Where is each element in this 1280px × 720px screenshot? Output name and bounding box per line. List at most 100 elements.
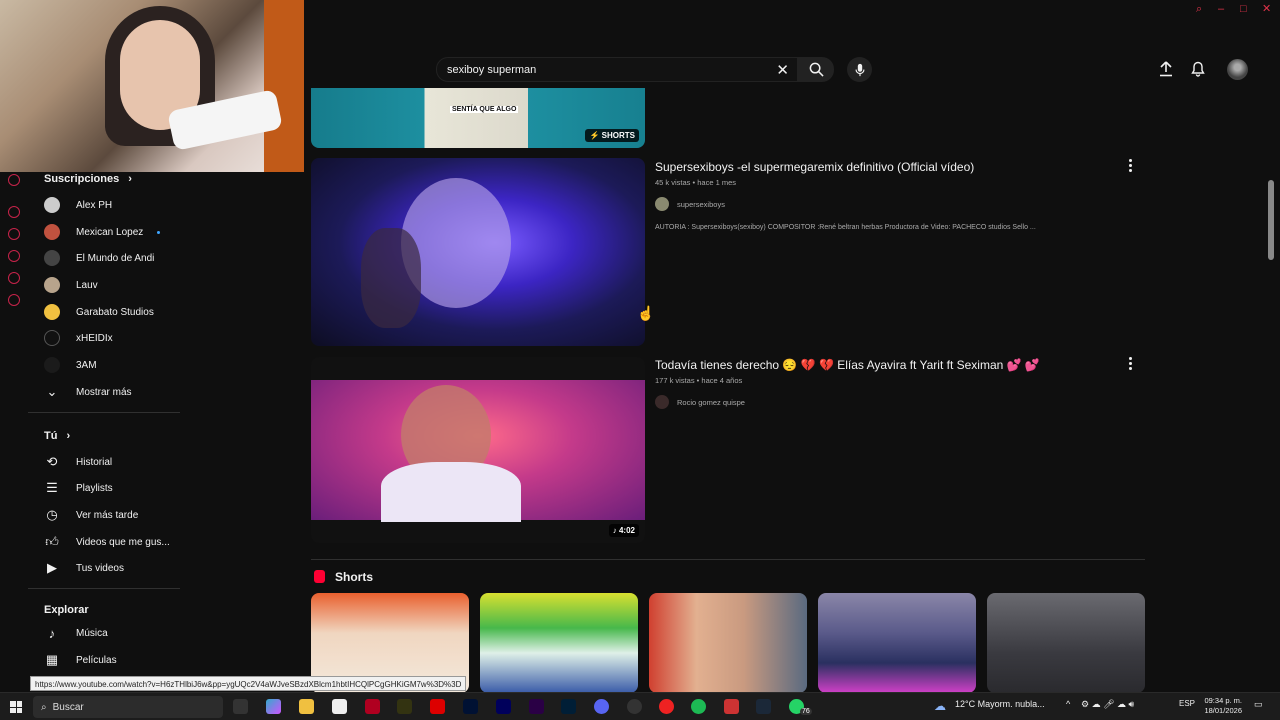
video-thumbnail[interactable]: [311, 158, 645, 346]
sidebar-item-alex-ph[interactable]: Alex PH: [44, 195, 112, 215]
sidebar-item-movies[interactable]: ▦ Películas: [44, 650, 117, 670]
obs-icon[interactable]: [627, 699, 642, 714]
divider: [28, 412, 180, 413]
sidebar-item-garabato-studios[interactable]: Garabato Studios: [44, 302, 154, 322]
minimize-button[interactable]: –: [1218, 4, 1228, 15]
avatar: [655, 395, 669, 409]
shorts-icon: [314, 570, 325, 583]
avatar: [44, 197, 60, 213]
weather-icon: ☁: [934, 699, 946, 713]
video-title[interactable]: Supersexiboys -el supermegaremix definit…: [655, 160, 974, 174]
file-explorer-icon[interactable]: [299, 699, 314, 714]
sidebar-item-playlists[interactable]: ☰ Playlists: [44, 478, 113, 498]
clock-icon: ◷: [46, 507, 58, 522]
more-actions-icon[interactable]: [1129, 357, 1133, 370]
shorts-badge: ⚡ SHORTS: [585, 129, 639, 142]
channel-link[interactable]: supersexiboys: [655, 197, 725, 211]
search-icon: ⌕: [41, 701, 47, 713]
clear-search-icon[interactable]: ✕: [776, 61, 789, 79]
show-more-button[interactable]: ⌄ Mostrar más: [44, 382, 132, 402]
windows-start-icon[interactable]: [10, 701, 22, 713]
sidebar-item-label: Garabato Studios: [76, 306, 154, 318]
close-button[interactable]: ✕: [1262, 4, 1272, 15]
sidebar-item-liked-videos[interactable]: 👍︎ Videos que me gus...: [44, 532, 170, 552]
channel-link[interactable]: Rocio gomez quispe: [655, 395, 745, 409]
avatar: [44, 224, 60, 240]
heart-icon[interactable]: [8, 228, 20, 240]
circle-icon[interactable]: [8, 206, 20, 218]
short-thumbnail[interactable]: [818, 593, 976, 693]
sidebar-item-music[interactable]: ♪ Música: [44, 623, 108, 643]
tray-icons[interactable]: ⚙ ☁ 🎤︎ ☁ 🔊︎: [1081, 699, 1134, 710]
illustrator-icon[interactable]: [397, 699, 412, 714]
chevron-up-icon[interactable]: ^: [1066, 699, 1070, 709]
weather-text[interactable]: 12°C Mayorm. nubla...: [955, 699, 1045, 709]
sidebar-item-your-videos[interactable]: ▶ Tus videos: [44, 558, 124, 578]
short-thumbnail[interactable]: [987, 593, 1145, 693]
sidebar-item-label: Playlists: [76, 482, 113, 494]
sidebar-item-el-mundo-de-andi[interactable]: El Mundo de Andi: [44, 248, 154, 268]
search-box: ✕: [436, 57, 798, 82]
short-thumbnail[interactable]: [649, 593, 807, 693]
after-effects-icon[interactable]: [496, 699, 511, 714]
page-scrollbar[interactable]: [1268, 180, 1274, 260]
copilot-icon[interactable]: [266, 699, 281, 714]
video-title[interactable]: Todavía tienes derecho 😔 💔 💔 Elías Ayavi…: [655, 358, 1040, 372]
sidebar-item-mexican-lopez[interactable]: Mexican Lopez: [44, 222, 161, 242]
subscriptions-heading[interactable]: Suscripciones ›: [44, 173, 132, 185]
video-thumbnail[interactable]: SENTÍA QUE ALGO ⚡ SHORTS: [311, 88, 645, 148]
winrar-icon[interactable]: [724, 699, 739, 714]
search-input[interactable]: [447, 62, 767, 78]
instagram-icon[interactable]: [8, 174, 20, 186]
gear-icon[interactable]: [8, 294, 20, 306]
opera-icon[interactable]: [659, 699, 674, 714]
playlist-icon: ☰: [46, 480, 58, 495]
opera-gx-icon[interactable]: [365, 699, 380, 714]
sidebar-item-watch-later[interactable]: ◷ Ver más tarde: [44, 505, 138, 525]
short-thumbnail[interactable]: [480, 593, 638, 693]
sidebar-item-label: Tus videos: [76, 562, 124, 574]
clock[interactable]: 09:34 p. m. 18/01/2026: [1198, 696, 1242, 716]
avatar: [44, 357, 60, 373]
channel-name: supersexiboys: [677, 199, 725, 209]
language-indicator[interactable]: ESP: [1179, 699, 1195, 708]
maximize-button[interactable]: □: [1240, 4, 1250, 15]
upload-icon[interactable]: [1157, 60, 1175, 78]
task-view-icon[interactable]: [233, 699, 248, 714]
notification-count-badge: 76: [800, 708, 812, 715]
lightroom-icon[interactable]: [463, 699, 478, 714]
more-actions-icon[interactable]: [1129, 159, 1133, 172]
account-avatar[interactable]: [1227, 59, 1248, 80]
search-icon[interactable]: ⌕: [1196, 4, 1206, 15]
you-heading[interactable]: Tú ›: [44, 430, 70, 442]
window-controls: ⌕ – □ ✕: [1196, 4, 1272, 15]
sidebar-item-label: Alex PH: [76, 199, 113, 211]
photoshop-icon[interactable]: [561, 699, 576, 714]
sidebar-item-label: xHEIDIx: [76, 332, 113, 344]
notification-center-icon[interactable]: ▭: [1254, 699, 1263, 710]
sidebar-item-historial[interactable]: ⟲ Historial: [44, 452, 113, 472]
clock-icon[interactable]: [8, 250, 20, 262]
send-icon[interactable]: [8, 272, 20, 284]
video-thumbnail[interactable]: ♪ 4:02: [311, 357, 645, 543]
search-button[interactable]: [798, 57, 834, 82]
search-icon: [809, 62, 824, 77]
store-icon[interactable]: [332, 699, 347, 714]
acrobat-icon[interactable]: [430, 699, 445, 714]
avatar: [655, 197, 669, 211]
sidebar-item-xheidix[interactable]: xHEIDIx: [44, 328, 113, 348]
voice-search-button[interactable]: [847, 57, 872, 82]
notifications-bell-icon[interactable]: [1189, 60, 1207, 78]
video-description: AUTORIA : Supersexiboys(sexiboy) COMPOSI…: [655, 224, 1036, 231]
sidebar: Suscripciones › Alex PH Mexican Lopez El…: [28, 172, 183, 692]
premiere-icon[interactable]: [529, 699, 544, 714]
thumbs-up-icon: 👍︎: [45, 534, 59, 549]
discord-icon[interactable]: [594, 699, 609, 714]
spotify-icon[interactable]: [691, 699, 706, 714]
sidebar-item-3am[interactable]: 3AM: [44, 355, 97, 375]
video-icon: ▶: [47, 560, 57, 575]
taskbar-search[interactable]: ⌕ Buscar: [33, 696, 223, 718]
sidebar-item-label: Películas: [76, 654, 117, 666]
sidebar-item-lauv[interactable]: Lauv: [44, 275, 98, 295]
steam-icon[interactable]: [756, 699, 771, 714]
